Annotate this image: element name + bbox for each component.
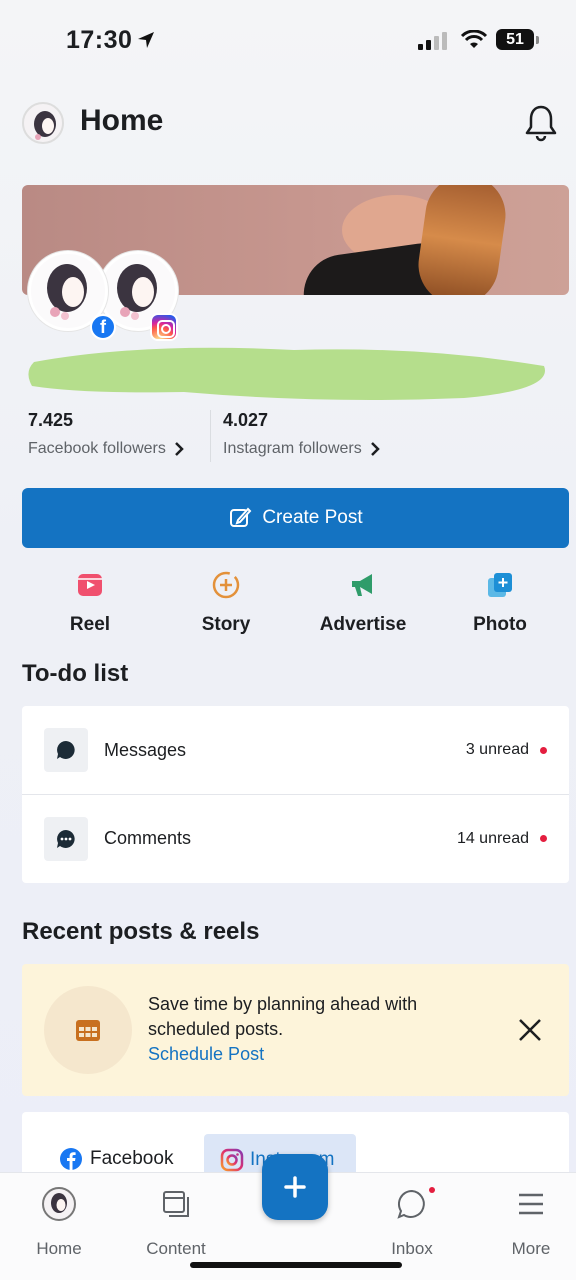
message-bubble-icon (57, 741, 75, 759)
wifi-icon (460, 30, 488, 48)
nav-inbox[interactable]: Inbox (367, 1187, 457, 1259)
action-reel-label: Reel (69, 614, 111, 635)
menu-icon (519, 1193, 543, 1215)
schedule-post-link[interactable]: Schedule Post (148, 1044, 264, 1065)
plus-icon (284, 1176, 306, 1198)
nav-home-label: Home (36, 1239, 82, 1258)
action-advertise[interactable]: Advertise (303, 570, 423, 636)
unread-dot (540, 835, 547, 842)
edit-icon (230, 507, 252, 527)
instagram-icon (220, 1148, 244, 1172)
chevron-right-icon (370, 442, 380, 456)
chevron-right-icon (174, 442, 184, 456)
nav-more-label: More (511, 1239, 551, 1258)
action-photo-label: Photo (473, 614, 527, 635)
todo-item-label: Comments (104, 828, 192, 848)
bell-icon[interactable] (522, 103, 560, 143)
instagram-badge-icon (150, 313, 178, 341)
schedule-tip-text: Save time by planning ahead with schedul… (148, 994, 418, 1039)
redacted-name (28, 347, 545, 400)
instagram-followers-label: Instagram followers (223, 440, 362, 457)
profile-avatar-icon (42, 1187, 76, 1221)
tab-facebook-label: Facebook (90, 1148, 174, 1169)
nav-home[interactable]: Home (14, 1187, 104, 1259)
todo-item-comments[interactable]: Comments 14 unread (22, 794, 569, 882)
todo-title: To-do list (22, 660, 129, 687)
battery-tip (536, 36, 539, 44)
photo-icon (488, 573, 512, 597)
nav-content[interactable]: Content (131, 1187, 221, 1259)
todo-item-label: Messages (104, 739, 187, 760)
unread-count: 3 unread (465, 741, 529, 758)
inbox-notification-dot (429, 1187, 435, 1193)
close-icon[interactable] (516, 1016, 544, 1044)
tab-facebook[interactable]: Facebook (60, 1148, 173, 1170)
reel-icon (78, 574, 102, 596)
megaphone-icon (352, 574, 372, 596)
avatar-illustration-icon (34, 111, 56, 140)
calendar-icon (76, 1020, 100, 1041)
content-icon (163, 1191, 189, 1217)
cellular-signal-icon (418, 32, 447, 50)
page-title: Home (80, 104, 164, 137)
comment-icon (57, 829, 75, 848)
unread-count: 14 unread (456, 829, 529, 847)
facebook-follower-count: 7.425 (28, 410, 74, 430)
facebook-followers-label: Facebook followers (28, 440, 166, 457)
nav-content-label: Content (146, 1239, 206, 1258)
nav-inbox-label: Inbox (391, 1239, 433, 1258)
instagram-follower-count: 4.027 (223, 410, 269, 430)
facebook-icon (60, 1148, 82, 1170)
status-time: 17:30 (66, 26, 133, 54)
action-advertise-label: Advertise (319, 614, 407, 635)
stats-divider (210, 410, 211, 462)
profile-avatar[interactable] (22, 102, 64, 144)
battery-indicator: 51 (496, 29, 534, 50)
create-fab-button[interactable] (262, 1154, 328, 1220)
recent-posts-title: Recent posts & reels (22, 918, 260, 945)
instagram-followers-link[interactable]: Instagram followers (223, 440, 380, 458)
create-post-label: Create Post (262, 507, 363, 528)
story-icon (212, 571, 240, 599)
action-reel[interactable]: Reel (30, 570, 150, 636)
unread-dot (540, 746, 547, 754)
action-story[interactable]: Story (166, 570, 286, 636)
facebook-badge-icon: f (90, 314, 116, 340)
chat-bubble-icon (397, 1189, 425, 1219)
schedule-tip-card: Save time by planning ahead with schedul… (22, 964, 569, 1096)
facebook-followers-link[interactable]: Facebook followers (28, 440, 184, 458)
home-indicator (190, 1262, 402, 1268)
todo-list: Messages 3 unread Comments 14 unread (22, 706, 569, 883)
nav-more[interactable]: More (486, 1187, 576, 1259)
create-post-button[interactable]: Create Post (22, 488, 569, 548)
action-story-label: Story (201, 614, 251, 635)
location-arrow-icon (138, 32, 154, 48)
action-photo[interactable]: Photo (440, 570, 560, 636)
todo-item-messages[interactable]: Messages 3 unread (22, 706, 569, 794)
